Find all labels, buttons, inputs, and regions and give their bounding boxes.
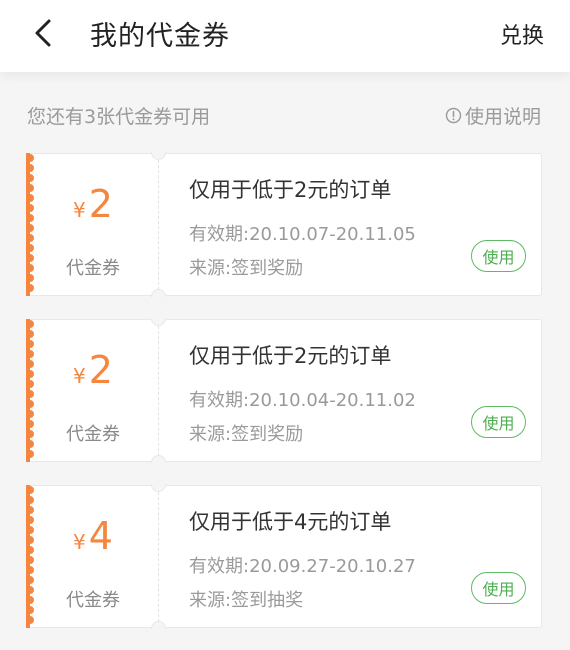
coupon-amount: ¥2 <box>27 182 159 226</box>
currency-symbol: ¥ <box>73 364 86 388</box>
coupon-amount: ¥4 <box>27 514 159 558</box>
amount-value: 2 <box>88 348 113 392</box>
ticket-notch <box>151 621 166 629</box>
dashed-divider <box>158 326 159 456</box>
coupon-card: ¥2 代金券 仅用于低于2元的订单 有效期:20.10.04-20.11.02 … <box>26 318 542 463</box>
coupon-value-panel: ¥4 代金券 <box>27 486 159 627</box>
currency-symbol: ¥ <box>73 530 86 554</box>
ticket-notch <box>151 289 166 297</box>
coupon-condition: 仅用于低于4元的订单 <box>189 510 392 534</box>
exchange-button[interactable]: 兑换 <box>500 18 544 50</box>
amount-value: 2 <box>88 182 113 226</box>
voucher-type-label: 代金券 <box>66 424 120 445</box>
coupon-source: 来源:签到抽奖 <box>189 590 304 611</box>
use-button[interactable]: 使用 <box>471 406 526 438</box>
usage-help-label: 使用说明 <box>464 106 541 128</box>
use-button[interactable]: 使用 <box>471 240 526 272</box>
available-count-text: 您还有3张代金券可用 <box>27 106 211 128</box>
coupon-condition: 仅用于低于2元的订单 <box>189 178 392 202</box>
voucher-type-label: 代金券 <box>66 590 120 611</box>
info-row: 您还有3张代金券可用 使用说明 <box>0 98 570 134</box>
coupon-condition: 仅用于低于2元的订单 <box>189 344 392 368</box>
coupon-amount: ¥2 <box>27 348 159 392</box>
usage-help-link[interactable]: 使用说明 <box>445 102 541 129</box>
coupon-validity: 有效期:20.09.27-20.10.27 <box>189 556 416 577</box>
ticket-notch <box>151 455 166 463</box>
info-circle-icon <box>445 107 462 124</box>
top-bar: 我的代金券 兑换 <box>0 0 570 72</box>
currency-symbol: ¥ <box>73 198 86 222</box>
page-title: 我的代金券 <box>90 21 230 52</box>
coupon-value-panel: ¥2 代金券 <box>27 320 159 461</box>
back-arrow-icon[interactable] <box>28 18 58 48</box>
use-button[interactable]: 使用 <box>471 572 526 604</box>
coupon-card: ¥2 代金券 仅用于低于2元的订单 有效期:20.10.07-20.11.05 … <box>26 152 542 297</box>
coupon-source: 来源:签到奖励 <box>189 258 304 279</box>
voucher-type-label: 代金券 <box>66 258 120 279</box>
dashed-divider <box>158 160 159 290</box>
dashed-divider <box>158 492 159 622</box>
coupon-card: ¥4 代金券 仅用于低于4元的订单 有效期:20.09.27-20.10.27 … <box>26 484 542 629</box>
amount-value: 4 <box>88 514 113 558</box>
coupon-list: ¥2 代金券 仅用于低于2元的订单 有效期:20.10.07-20.11.05 … <box>26 152 542 650</box>
coupon-value-panel: ¥2 代金券 <box>27 154 159 295</box>
coupon-validity: 有效期:20.10.07-20.11.05 <box>189 224 416 245</box>
coupon-source: 来源:签到奖励 <box>189 424 304 445</box>
coupon-validity: 有效期:20.10.04-20.11.02 <box>189 390 416 411</box>
